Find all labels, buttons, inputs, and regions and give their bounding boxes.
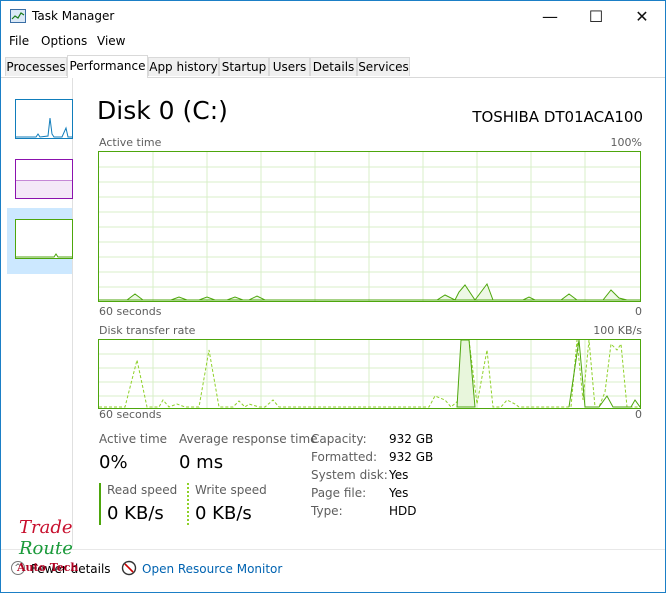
read-speed-value: 0 KB/s <box>107 503 164 524</box>
tab-processes[interactable]: Processes <box>5 57 67 76</box>
transfer-rate-graph-max: 100 KB/s <box>593 324 642 337</box>
window-title: Task Manager <box>32 9 115 23</box>
resource-monitor-icon <box>121 560 137 576</box>
avg-response-stat-value: 0 ms <box>179 452 224 473</box>
type-label: Type: <box>311 504 343 518</box>
maximize-button[interactable]: ☐ <box>573 1 619 31</box>
active-time-stat-label: Active time <box>99 432 168 446</box>
capacity-value: 932 GB <box>389 432 434 446</box>
transfer-rate-graph-timespan: 60 seconds <box>99 408 162 421</box>
tab-details[interactable]: Details <box>310 57 357 76</box>
disk-performance-panel: Disk 0 (C:) TOSHIBA DT01ACA100 Active ti… <box>73 77 665 547</box>
active-time-stat-value: 0% <box>99 452 128 473</box>
write-speed-value: 0 KB/s <box>195 503 252 524</box>
disk-mini-graph <box>16 253 72 258</box>
system-disk-value: Yes <box>389 468 409 482</box>
disk-title: Disk 0 (C:) <box>97 96 228 125</box>
watermark-line-trade: Trade <box>19 517 73 538</box>
transfer-rate-graph-label: Disk transfer rate <box>99 324 196 337</box>
minimize-button[interactable]: — <box>527 1 573 31</box>
type-value: HDD <box>389 504 417 518</box>
watermark-line-route: Route <box>19 538 73 559</box>
memory-mini-graph <box>16 180 72 198</box>
tab-users[interactable]: Users <box>269 57 310 76</box>
formatted-label: Formatted: <box>311 450 378 464</box>
read-speed-indicator <box>99 483 101 525</box>
menu-file[interactable]: File <box>9 34 29 48</box>
system-disk-label: System disk: <box>311 468 388 482</box>
watermark-line-autotech: Auto Tech <box>17 561 79 574</box>
sidebar-item-disk[interactable] <box>15 219 73 259</box>
menu-bar: File Options View <box>1 32 665 52</box>
cpu-mini-graph <box>16 117 72 138</box>
task-manager-window: Task Manager — ☐ ✕ File Options View Pro… <box>0 0 666 593</box>
menu-view[interactable]: View <box>97 34 125 48</box>
resource-sidebar <box>1 77 73 547</box>
footer-bar: ^ Fewer details Open Resource Monitor <box>1 549 665 592</box>
open-resource-monitor-link[interactable]: Open Resource Monitor <box>142 562 282 576</box>
active-time-graph-timespan: 60 seconds <box>99 305 162 318</box>
tab-strip: Processes Performance App history Startu… <box>1 55 665 78</box>
write-speed-label: Write speed <box>195 483 267 497</box>
active-time-graph-min: 0 <box>635 305 642 318</box>
sidebar-item-memory[interactable] <box>15 159 73 199</box>
transfer-rate-graph-canvas <box>99 339 641 408</box>
formatted-value: 932 GB <box>389 450 434 464</box>
task-manager-icon <box>10 9 26 23</box>
menu-options[interactable]: Options <box>41 34 87 48</box>
capacity-label: Capacity: <box>311 432 367 446</box>
tab-performance[interactable]: Performance <box>67 55 148 78</box>
avg-response-stat-label: Average response time <box>179 432 318 446</box>
disk-model: TOSHIBA DT01ACA100 <box>472 108 643 126</box>
active-time-graph-label: Active time <box>99 136 162 149</box>
transfer-rate-graph <box>98 339 641 409</box>
title-bar[interactable]: Task Manager — ☐ ✕ <box>1 1 665 31</box>
page-file-value: Yes <box>389 486 409 500</box>
sidebar-item-cpu[interactable] <box>15 99 73 139</box>
page-file-label: Page file: <box>311 486 367 500</box>
read-speed-label: Read speed <box>107 483 178 497</box>
tab-startup[interactable]: Startup <box>219 57 269 76</box>
tab-app-history[interactable]: App history <box>148 57 219 76</box>
tab-services[interactable]: Services <box>357 57 410 76</box>
active-time-graph-canvas <box>99 152 640 301</box>
active-time-graph-max: 100% <box>610 136 642 149</box>
write-speed-indicator <box>187 483 189 525</box>
active-time-graph <box>98 151 641 302</box>
transfer-rate-graph-min: 0 <box>635 408 642 421</box>
close-button[interactable]: ✕ <box>619 1 665 31</box>
